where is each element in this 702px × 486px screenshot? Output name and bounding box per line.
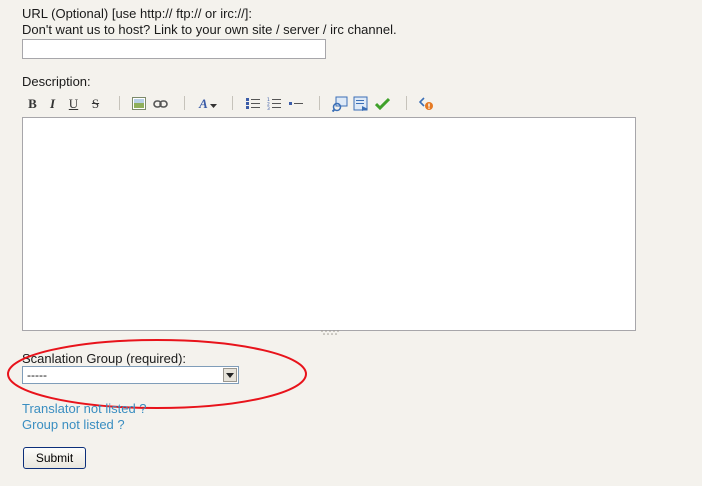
toolbar-divider <box>184 96 185 110</box>
svg-text:3: 3 <box>267 106 270 110</box>
font-style-icon: A <box>199 95 208 111</box>
horizontal-rule-icon <box>288 102 303 105</box>
insert-image-button[interactable] <box>130 95 147 112</box>
spellcheck-button[interactable] <box>374 95 391 112</box>
source-button[interactable] <box>352 95 369 112</box>
underline-button[interactable]: U <box>65 95 82 112</box>
source-icon <box>353 96 368 111</box>
resize-grip[interactable] <box>320 330 342 335</box>
group-select-dropdown-button[interactable] <box>223 368 237 382</box>
unordered-list-button[interactable] <box>244 95 261 112</box>
numbered-list-icon: 123 <box>267 97 281 110</box>
submit-button[interactable]: Submit <box>23 447 86 469</box>
toolbar-divider <box>232 96 233 110</box>
toolbar-divider <box>406 96 407 110</box>
font-style-button[interactable]: A <box>196 95 220 112</box>
check-icon <box>375 97 390 110</box>
italic-button[interactable]: I <box>44 95 61 112</box>
underline-icon: U <box>68 95 79 111</box>
toolbar-divider <box>319 96 320 110</box>
italic-icon: I <box>49 95 56 111</box>
chevron-down-icon <box>226 372 234 378</box>
ordered-list-button[interactable]: 123 <box>265 95 282 112</box>
bold-icon: B <box>28 95 37 111</box>
help-button[interactable] <box>418 95 435 112</box>
bold-button[interactable]: B <box>24 95 41 112</box>
group-label: Scanlation Group (required): <box>22 351 187 366</box>
strikethrough-icon: S <box>91 95 100 111</box>
toolbar-divider <box>119 96 120 110</box>
strikethrough-button[interactable]: S <box>87 95 104 112</box>
chevron-down-icon <box>209 104 217 108</box>
url-label: URL (Optional) [use http:// ftp:// or ir… <box>22 6 252 21</box>
bullet-list-icon <box>245 98 260 109</box>
horizontal-rule-button[interactable] <box>287 95 304 112</box>
translator-not-listed-link[interactable]: Translator not listed ? <box>22 401 147 416</box>
group-select-value: ----- <box>27 368 47 382</box>
image-icon <box>131 97 146 110</box>
group-not-listed-link[interactable]: Group not listed ? <box>22 417 125 432</box>
link-icon <box>153 99 168 108</box>
help-icon <box>419 97 433 110</box>
preview-icon <box>331 96 347 112</box>
preview-button[interactable] <box>331 95 348 112</box>
group-select[interactable]: ----- <box>22 366 239 384</box>
insert-link-button[interactable] <box>152 95 169 112</box>
url-input[interactable] <box>22 39 326 59</box>
description-textarea[interactable] <box>22 117 636 331</box>
url-hint: Don't want us to host? Link to your own … <box>22 22 397 37</box>
description-label: Description: <box>22 74 91 89</box>
